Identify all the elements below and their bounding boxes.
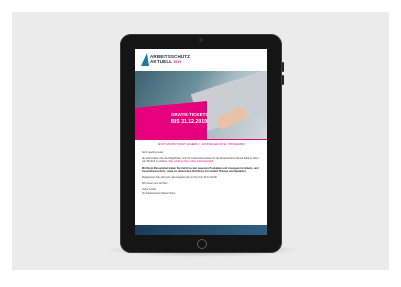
logo-year: 2019 bbox=[173, 60, 182, 65]
signoff-line2: Ihr Arbeitsschutz Aktuell Team bbox=[142, 191, 176, 195]
para1-link[interactable]: Wie, erfahren Sie in Ihrer Fachzeitschri… bbox=[169, 160, 214, 163]
footer-image bbox=[135, 225, 267, 235]
logo-line2: AKTUELL bbox=[150, 59, 173, 65]
front-camera bbox=[199, 38, 203, 42]
email-header: ARBEITSSCHUTZ AKTUELL 2019 bbox=[135, 49, 267, 71]
volume-down-button bbox=[282, 75, 284, 85]
email-body: Sehr geehrte Leser, ab sofort haben Sie … bbox=[142, 151, 260, 198]
ticket-promo-box[interactable]: GRATIS-TICKETS BIS 31.12.2019! bbox=[135, 101, 207, 139]
tickets-date: BIS 31.12.2019! bbox=[171, 119, 209, 125]
nav-links: JETZT GRATIS-TICKET SICHERN| AUSSTELLERL… bbox=[157, 143, 245, 146]
home-button[interactable] bbox=[197, 239, 207, 249]
para-register: Registrieren Sie sich jetzt, das Angebot… bbox=[142, 176, 217, 180]
link-ticket[interactable]: JETZT GRATIS-TICKET SICHERN bbox=[158, 143, 198, 146]
para-offer: ab sofort haben Sie die Möglichkeit, sic… bbox=[142, 157, 260, 163]
para-benefits: Mit Ihrem Messeticket haben Sie Zutritt … bbox=[142, 166, 259, 173]
hero-banner[interactable]: GRATIS-TICKETS BIS 31.12.2019! bbox=[135, 71, 267, 139]
link-exhibitors[interactable]: AUSSTELLERLISTE bbox=[201, 143, 225, 146]
link-program[interactable]: PROGRAMM bbox=[229, 143, 245, 146]
greeting: Sehr geehrte Leser, bbox=[142, 151, 164, 154]
logo-icon bbox=[141, 53, 149, 66]
divider bbox=[135, 139, 267, 140]
closing: Wir freuen uns auf Sie! bbox=[142, 182, 168, 186]
signoff: Liebe Grüße, Ihr Arbeitsschutz Aktuell T… bbox=[142, 188, 260, 194]
tablet-device: ARBEITSSCHUTZ AKTUELL 2019 GRATIS-TICKET… bbox=[120, 34, 284, 253]
brand-logo[interactable]: ARBEITSSCHUTZ AKTUELL 2019 bbox=[150, 54, 190, 65]
email-screen: ARBEITSSCHUTZ AKTUELL 2019 GRATIS-TICKET… bbox=[135, 49, 267, 235]
volume-up-button bbox=[282, 62, 284, 72]
tickets-label: GRATIS-TICKETS bbox=[171, 112, 209, 117]
